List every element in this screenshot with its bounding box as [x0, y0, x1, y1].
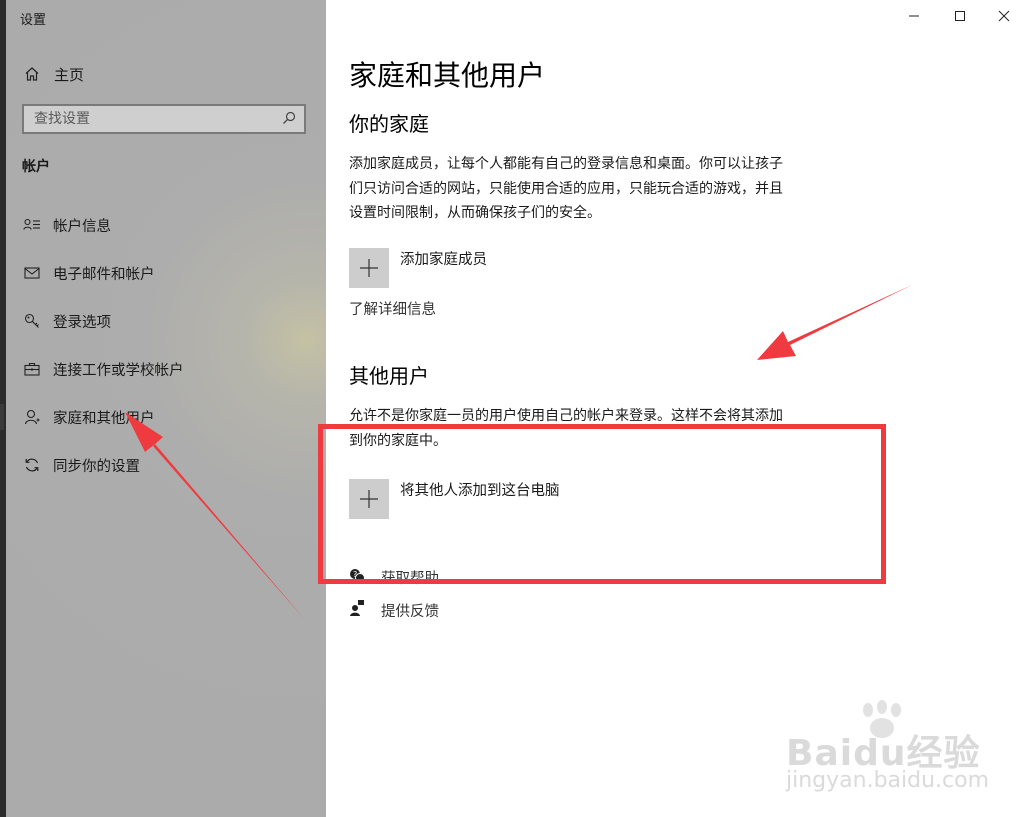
- watermark-url: jingyan.baidu.com: [786, 768, 990, 793]
- sidebar-item-sync-settings[interactable]: 同步你的设置: [22, 450, 322, 480]
- sidebar-item-label: 连接工作或学校帐户: [53, 362, 184, 379]
- close-button[interactable]: [981, 0, 1027, 32]
- annotation-arrow-right: [757, 284, 914, 360]
- minimize-button[interactable]: [891, 0, 937, 32]
- page-title: 家庭和其他用户: [349, 59, 546, 92]
- sidebar-item-label: 同步你的设置: [53, 458, 140, 475]
- sidebar: 设置 主页 帐户 帐户信息 电子邮件和帐户 登录选项 连接工作: [6, 0, 326, 817]
- sidebar-item-email-accounts[interactable]: 电子邮件和帐户: [22, 258, 322, 288]
- sidebar-item-label: 电子邮件和帐户: [53, 266, 155, 283]
- feedback-label: 提供反馈: [381, 603, 439, 620]
- maximize-button[interactable]: [937, 0, 983, 32]
- family-description: 添加家庭成员，让每个人都能有自己的登录信息和桌面。你可以让孩子们只访问合适的网站…: [349, 156, 783, 221]
- family-heading: 你的家庭: [349, 112, 429, 136]
- mail-icon: [22, 263, 42, 283]
- sidebar-item-sign-in-options[interactable]: 登录选项: [22, 306, 322, 336]
- sidebar-home[interactable]: 主页: [22, 60, 84, 88]
- annotation-highlight-box: [318, 424, 886, 584]
- baidu-watermark: Baidu经验 jingyan.baidu.com: [786, 700, 990, 800]
- sidebar-item-family-other-users[interactable]: 家庭和其他用户: [22, 402, 322, 432]
- person-icon: [22, 407, 42, 427]
- key-icon: [22, 311, 42, 331]
- sync-icon: [22, 455, 42, 475]
- sidebar-item-work-school[interactable]: 连接工作或学校帐户: [22, 354, 322, 384]
- minimize-icon: [908, 7, 920, 26]
- briefcase-icon: [22, 359, 42, 379]
- sidebar-item-label: 家庭和其他用户: [53, 410, 155, 427]
- settings-search-box[interactable]: [22, 104, 306, 134]
- feedback-link[interactable]: 提供反馈: [349, 599, 439, 621]
- account-info-icon: [22, 215, 42, 235]
- search-input[interactable]: [34, 111, 254, 127]
- add-family-member-button[interactable]: 添加家庭成员: [349, 248, 487, 288]
- other-users-heading: 其他用户: [349, 364, 429, 388]
- plus-icon: [349, 248, 389, 288]
- add-family-member-label: 添加家庭成员: [400, 252, 487, 268]
- close-icon: [998, 7, 1010, 26]
- learn-more-link[interactable]: 了解详细信息: [349, 298, 436, 319]
- maximize-icon: [954, 7, 966, 26]
- app-title: 设置: [20, 13, 47, 28]
- sidebar-item-label: 帐户信息: [53, 218, 111, 235]
- sidebar-home-label: 主页: [54, 65, 85, 84]
- home-icon: [22, 64, 42, 84]
- sidebar-item-label: 登录选项: [53, 314, 111, 331]
- search-icon[interactable]: [282, 110, 296, 129]
- sidebar-section-title: 帐户: [22, 159, 50, 175]
- selected-item-indicator: [0, 404, 4, 430]
- sidebar-item-account-info[interactable]: 帐户信息: [22, 210, 322, 240]
- feedback-icon: [349, 599, 365, 621]
